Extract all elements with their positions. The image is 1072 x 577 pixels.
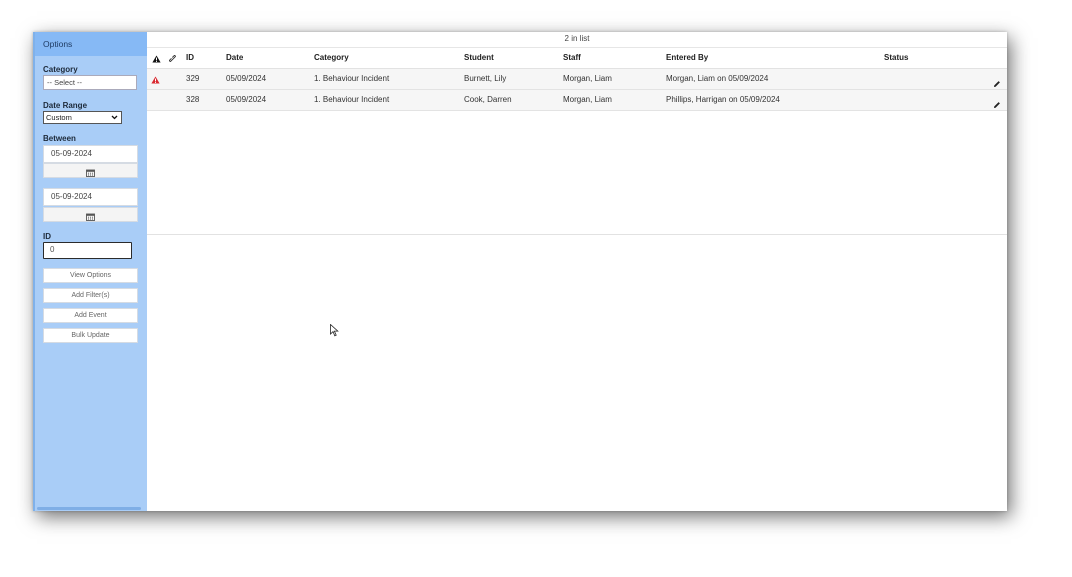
app-window: Options Category -- Select -- Date Range…: [33, 32, 1007, 511]
warning-icon[interactable]: [152, 49, 161, 69]
add-event-button[interactable]: Add Event: [43, 308, 138, 323]
options-sidebar: Options Category -- Select -- Date Range…: [33, 32, 147, 511]
table-row[interactable]: 329 05/09/2024 1. Behaviour Incident Bur…: [147, 69, 1007, 90]
event-list-panel: 2 in list ID Date Category Student Staff…: [147, 32, 1007, 511]
cell-category: 1. Behaviour Incident: [314, 74, 390, 83]
sidebar-header[interactable]: Options: [35, 32, 147, 56]
column-header-status[interactable]: Status: [884, 48, 908, 68]
cell-staff: Morgan, Liam: [563, 95, 612, 104]
id-input[interactable]: 0: [43, 242, 132, 259]
id-label: ID: [43, 232, 51, 241]
date-range-dropdown[interactable]: Custom: [43, 111, 122, 124]
cell-date: 05/09/2024: [226, 95, 267, 104]
date-range-label: Date Range: [43, 101, 88, 110]
chevron-down-icon: [111, 112, 118, 127]
cell-student: Cook, Darren: [464, 95, 512, 104]
list-divider: [147, 234, 1007, 235]
cell-category: 1. Behaviour Incident: [314, 95, 390, 104]
pencil-icon[interactable]: [993, 96, 1001, 114]
date-to-input[interactable]: 05-09-2024: [43, 188, 138, 206]
table-row[interactable]: 328 05/09/2024 1. Behaviour Incident Coo…: [147, 90, 1007, 111]
column-header-date[interactable]: Date: [226, 48, 243, 68]
table-header: ID Date Category Student Staff Entered B…: [147, 48, 1007, 70]
cell-entered-by: Phillips, Harrigan on 05/09/2024: [666, 95, 780, 104]
cell-student: Burnett, Lily: [464, 74, 507, 83]
date-from-input[interactable]: 05-09-2024: [43, 145, 138, 163]
column-header-entered-by[interactable]: Entered By: [666, 48, 708, 68]
column-header-id[interactable]: ID: [186, 48, 194, 68]
cell-date: 05/09/2024: [226, 74, 267, 83]
sidebar-scrollbar[interactable]: [37, 507, 141, 510]
calendar-icon: [86, 169, 95, 177]
calendar-icon: [86, 213, 95, 221]
column-header-staff[interactable]: Staff: [563, 48, 581, 68]
between-label: Between: [43, 134, 76, 143]
cell-entered-by: Morgan, Liam on 05/09/2024: [666, 74, 769, 83]
link-icon[interactable]: [168, 49, 177, 69]
cell-staff: Morgan, Liam: [563, 74, 612, 83]
bulk-update-button[interactable]: Bulk Update: [43, 328, 138, 343]
cell-id: 328: [186, 95, 200, 104]
add-filters-button[interactable]: Add Filter(s): [43, 288, 138, 303]
category-label: Category: [43, 65, 78, 74]
category-select[interactable]: -- Select --: [43, 75, 137, 90]
cursor-icon: [330, 323, 339, 342]
view-options-button[interactable]: View Options: [43, 268, 138, 283]
date-from-calendar-button[interactable]: [43, 163, 138, 178]
warning-icon: [151, 70, 160, 90]
list-count: 2 in list: [147, 32, 1007, 48]
column-header-student[interactable]: Student: [464, 48, 494, 68]
date-range-value: Custom: [46, 113, 72, 122]
column-header-category[interactable]: Category: [314, 48, 349, 68]
cell-id: 329: [186, 74, 200, 83]
date-to-calendar-button[interactable]: [43, 207, 138, 222]
